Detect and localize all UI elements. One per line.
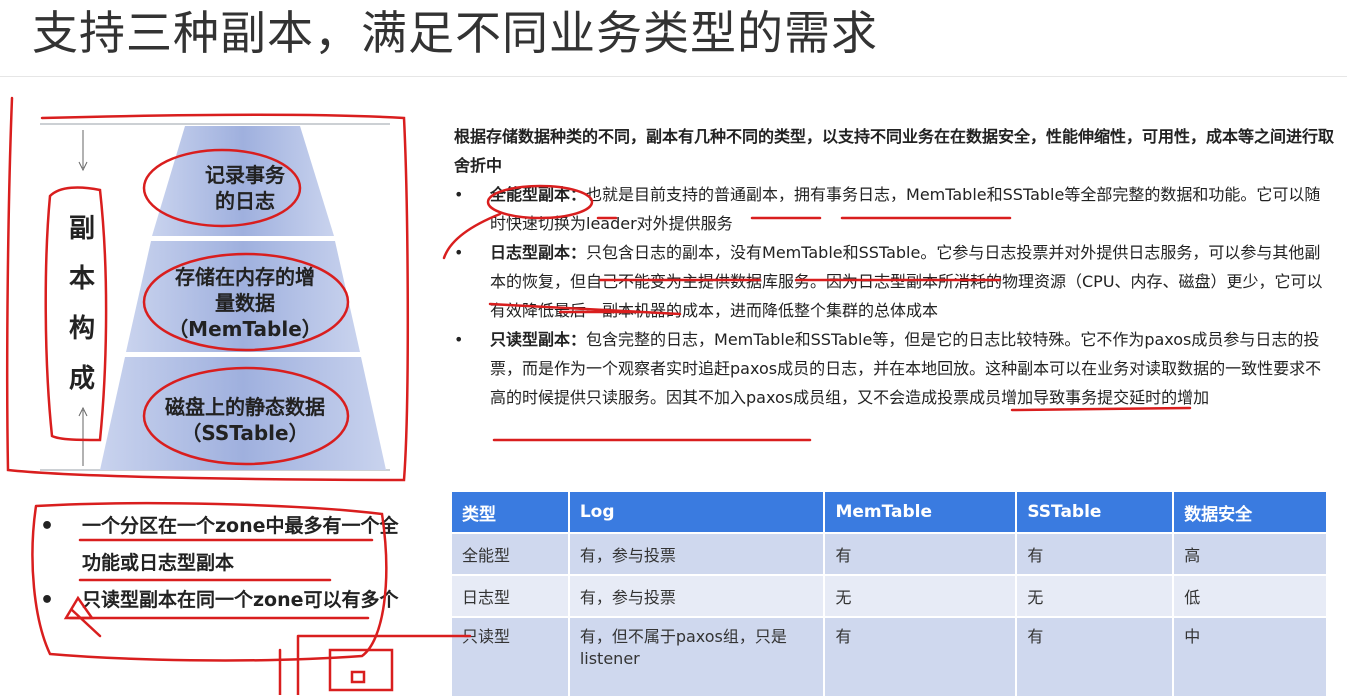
table-cell: 全能型 [452,532,570,575]
side-label-char: 构 [68,314,95,344]
pyramid-label-memtable: 存储在内存的增 量数据 （MemTable） [168,265,322,341]
annotation-box-bottom [278,634,472,695]
side-label-char: 成 [68,364,95,394]
replica-type-table: 类型 Log MemTable SSTable 数据安全 全能型 有，参与投票 … [452,492,1328,696]
side-label-char: 本 [68,264,95,294]
pyramid-label-sstable: 磁盘上的静态数据 （SSTable） [165,395,325,445]
table-cell: 中 [1173,616,1328,696]
annotation-underlines-row3 [492,406,1192,442]
left-bullet-list: • 一个分区在一个zone中最多有一个全功能或日志型副本 • 只读型副本在同一个… [40,508,400,619]
table-header-cell: MemTable [824,492,1018,533]
list-item: • 只读型副本在同一个zone可以有多个 [40,588,399,613]
list-item: • 全能型副本：也就是目前支持的普通副本，拥有事务日志，MemTable和SST… [454,185,1321,233]
table-cell: 高 [1173,532,1328,575]
description-block: 根据存储数据种类的不同，副本有几种不同的类型，以支持不同业务在在数据安全，性能伸… [454,122,1334,412]
table-row: 全能型 有，参与投票 有 有 高 [452,532,1328,575]
table-row: 日志型 有，参与投票 无 无 低 [452,574,1328,617]
pyramid-label-log: 记录事务 的日志 [205,163,285,213]
list-item: • 日志型副本：只包含日志的副本，没有MemTable和SSTable。它参与日… [454,243,1323,320]
list-item: • 只读型副本：包含完整的日志，MemTable和SSTable等，但是它的日志… [454,330,1322,407]
table-cell: 低 [1173,574,1328,617]
table-cell: 有 [824,616,1018,696]
table-header-cell: Log [568,492,826,533]
table-header-cell: 数据安全 [1173,492,1328,533]
table-cell: 有，但不属于paxos组，只是listener [568,616,826,696]
intro-paragraph: 根据存储数据种类的不同，副本有几种不同的类型，以支持不同业务在在数据安全，性能伸… [454,127,1335,175]
side-label-char: 副 [68,214,95,244]
table-header-cell: 类型 [452,492,570,533]
table-cell: 只读型 [452,616,570,696]
table-cell: 有 [1016,532,1175,575]
table-cell: 有，参与投票 [568,532,826,575]
table-header-row: 类型 Log MemTable SSTable 数据安全 [452,492,1328,533]
table-header-cell: SSTable [1016,492,1175,533]
table-cell: 无 [1016,574,1175,617]
table-cell: 无 [824,574,1018,617]
table-cell: 有，参与投票 [568,574,826,617]
table-cell: 有 [824,532,1018,575]
table-cell: 有 [1016,616,1175,696]
annotation-small-square [350,670,366,684]
bullet-title: 只读型副本： [490,330,587,349]
table-row: 只读型 有，但不属于paxos组，只是listener 有 有 中 [452,616,1328,696]
table-cell: 日志型 [452,574,570,617]
bullet-title: 日志型副本： [490,243,587,262]
bullet-title: 全能型副本： [490,185,587,204]
list-item: • 一个分区在一个zone中最多有一个全功能或日志型副本 [40,514,399,574]
